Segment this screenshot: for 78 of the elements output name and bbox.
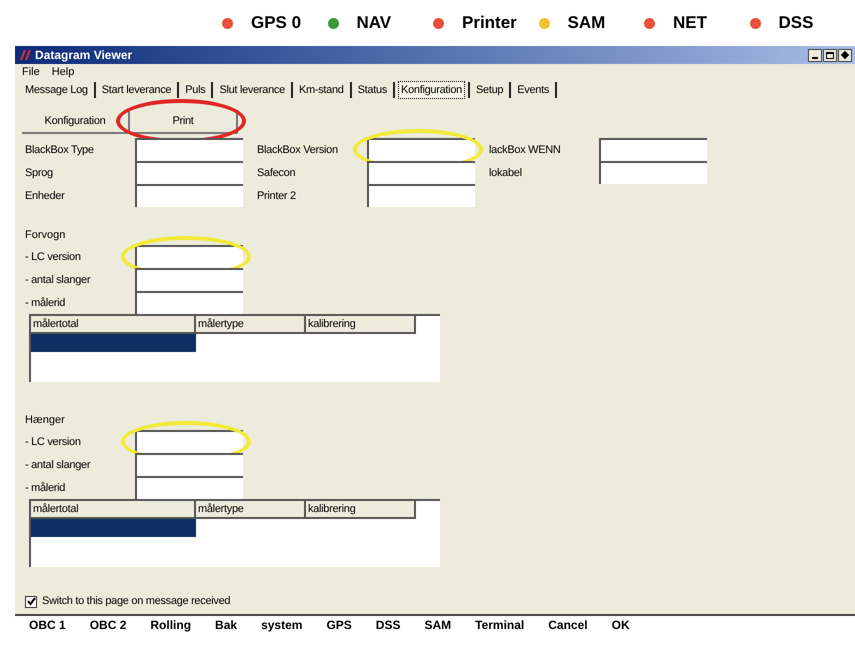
input-field[interactable] — [135, 138, 243, 162]
bottom-button[interactable]: OBC 1 — [29, 616, 66, 634]
toolbar-button[interactable]: Konfiguration — [22, 110, 130, 134]
input-field[interactable] — [599, 138, 707, 162]
input-field[interactable] — [135, 430, 243, 454]
checkbox-label: Switch to this page on message received — [42, 594, 230, 610]
bottom-button[interactable]: Rolling — [150, 616, 192, 634]
tab[interactable]: Events — [514, 80, 552, 99]
section-title: Forvogn — [25, 228, 66, 244]
input-field[interactable] — [599, 161, 707, 184]
column-header[interactable]: målertotal — [31, 316, 196, 334]
section-title: Hænger — [25, 413, 66, 428]
app-logo-icon — [18, 50, 32, 60]
input-field[interactable] — [367, 184, 475, 208]
input-field[interactable] — [135, 245, 243, 268]
bottom-button[interactable]: Cancel — [548, 616, 588, 634]
field-label: - antal slanger — [25, 272, 92, 288]
status-label: Printer — [462, 12, 517, 34]
table-cell[interactable] — [31, 519, 196, 538]
window-title: Datagram Viewer — [35, 47, 132, 64]
bottom-button[interactable]: Terminal — [475, 616, 524, 634]
column-header[interactable]: målertype — [196, 501, 306, 520]
field-label: - målerid — [25, 480, 66, 496]
bottom-button[interactable]: OBC 2 — [90, 616, 126, 634]
input-field[interactable] — [135, 161, 243, 184]
tab[interactable]: Konfiguration — [398, 80, 465, 99]
bottom-button[interactable]: GPS — [326, 616, 352, 634]
tab[interactable]: Status — [354, 80, 390, 99]
field-label: - LC version — [25, 434, 82, 450]
bottom-button[interactable]: OK — [612, 616, 630, 634]
bottom-button[interactable]: SAM — [424, 616, 452, 634]
column-header[interactable]: målertotal — [31, 501, 196, 520]
tab[interactable]: Start leverance — [98, 80, 174, 99]
field-label: lokabel — [489, 166, 523, 180]
minimize-button[interactable] — [808, 48, 822, 62]
field-label: - antal slanger — [25, 458, 92, 472]
tab[interactable]: Slut leverance — [216, 80, 288, 99]
status-label: NET — [673, 12, 707, 34]
input-field[interactable] — [135, 291, 243, 314]
status-label: NAV — [356, 12, 392, 34]
field-label: - LC version — [25, 250, 82, 264]
field-label: Enheder — [25, 188, 66, 204]
tab[interactable]: Setup — [472, 80, 506, 99]
tab[interactable]: Message Log — [22, 80, 91, 99]
field-label: - målerid — [25, 296, 66, 310]
bottom-button[interactable]: DSS — [376, 616, 400, 634]
input-field[interactable] — [135, 453, 243, 476]
column-header[interactable]: kalibrering — [306, 501, 416, 520]
maximize-icon — [826, 52, 834, 58]
input-field[interactable] — [135, 268, 243, 292]
toolbar-button[interactable]: Print — [130, 110, 238, 134]
column-header[interactable]: målertype — [196, 316, 306, 334]
field-label: Sprog — [25, 166, 54, 180]
bottom-button[interactable]: Bak — [215, 616, 238, 634]
tab[interactable]: Puls — [182, 80, 208, 99]
input-field[interactable] — [135, 184, 243, 208]
close-button[interactable] — [838, 48, 852, 62]
field-label: Safecon — [257, 166, 296, 180]
menu-item[interactable]: File — [22, 64, 40, 80]
field-label: Printer 2 — [257, 188, 297, 204]
tab[interactable]: Km-stand — [296, 80, 347, 99]
field-label: BlackBox Type — [25, 142, 95, 158]
check-icon — [26, 597, 36, 606]
column-header[interactable]: kalibrering — [306, 316, 416, 334]
menu-item[interactable]: Help — [52, 64, 74, 80]
field-label: BlackBox Version — [257, 142, 339, 158]
bottom-button[interactable]: system — [261, 616, 302, 634]
status-label: SAM — [568, 12, 606, 34]
field-label: lackBox WENN — [489, 142, 562, 158]
status-label: DSS — [778, 12, 814, 34]
input-field[interactable] — [367, 161, 475, 184]
input-field[interactable] — [367, 138, 475, 162]
minimize-icon — [812, 57, 818, 59]
input-field[interactable] — [135, 476, 243, 500]
status-label: GPS 0 — [251, 12, 302, 34]
checkbox[interactable] — [25, 596, 37, 608]
table-cell[interactable] — [31, 334, 196, 352]
maximize-button[interactable] — [823, 48, 837, 62]
